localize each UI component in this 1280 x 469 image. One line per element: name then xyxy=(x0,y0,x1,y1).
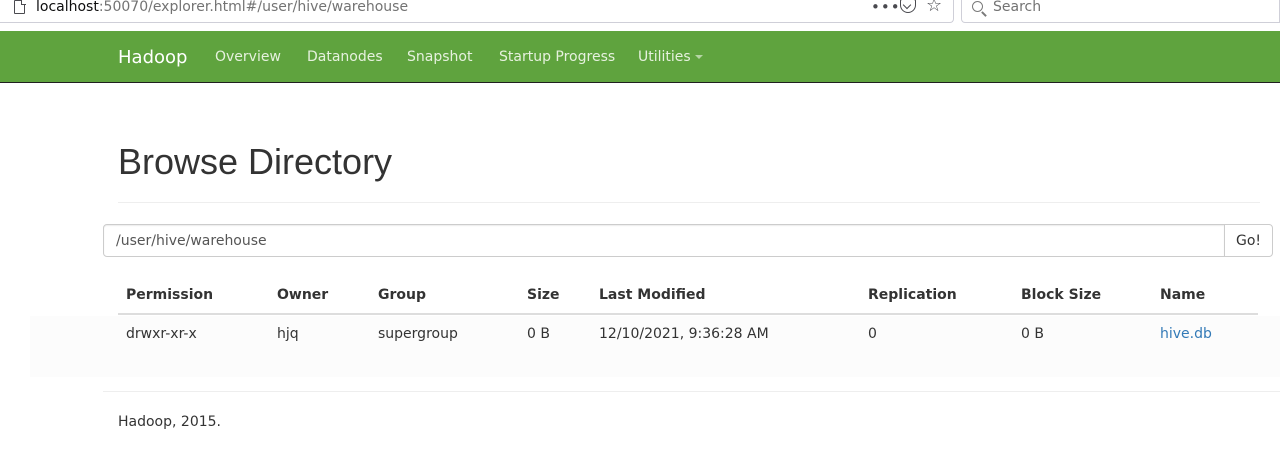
cell-replication: 0 xyxy=(868,326,877,342)
search-icon xyxy=(972,1,983,12)
go-button[interactable]: Go! xyxy=(1224,224,1273,257)
cell-permission: drwxr-xr-x xyxy=(126,326,197,342)
cell-owner: hjq xyxy=(277,326,299,342)
bookmark-star-icon[interactable]: ☆ xyxy=(926,0,942,16)
search-placeholder: Search xyxy=(993,0,1042,15)
navbar-brand[interactable]: Hadoop xyxy=(118,47,187,68)
cell-block-size: 0 B xyxy=(1021,326,1044,342)
browser-toolbar: localhost:50070/explorer.html#/user/hive… xyxy=(0,0,1280,25)
column-header-block-size[interactable]: Block Size xyxy=(1013,276,1152,315)
url-host: localhost xyxy=(36,0,99,15)
directory-path-input[interactable] xyxy=(103,224,1225,257)
directory-link-hive-db[interactable]: hive.db xyxy=(1160,326,1212,342)
directory-table: Permission Owner Group Size Last Modifie… xyxy=(118,276,1258,353)
pocket-icon[interactable] xyxy=(900,0,916,13)
nav-item-snapshot[interactable]: Snapshot xyxy=(407,49,472,65)
page-title: Browse Directory xyxy=(118,141,393,182)
column-header-name[interactable]: Name xyxy=(1152,276,1258,315)
url-bar[interactable]: localhost:50070/explorer.html#/user/hive… xyxy=(0,0,954,23)
nav-item-overview[interactable]: Overview xyxy=(215,49,281,65)
title-divider xyxy=(118,202,1260,203)
nav-item-utilities-label: Utilities xyxy=(638,49,691,65)
column-header-group[interactable]: Group xyxy=(370,276,519,315)
cell-name: hive.db xyxy=(1152,314,1258,353)
column-header-owner[interactable]: Owner xyxy=(269,276,370,315)
table-header-row: Permission Owner Group Size Last Modifie… xyxy=(118,276,1258,315)
cell-last-modified: 12/10/2021, 9:36:28 AM xyxy=(599,326,769,342)
column-header-permission[interactable]: Permission xyxy=(118,276,269,315)
table-row: drwxr-xr-x hjq supergroup 0 B 12/10/2021… xyxy=(118,314,1258,353)
column-header-size[interactable]: Size xyxy=(519,276,591,315)
url-text[interactable]: localhost:50070/explorer.html#/user/hive… xyxy=(36,0,408,15)
cell-group: supergroup xyxy=(378,326,458,342)
nav-item-utilities[interactable]: Utilities xyxy=(638,49,703,65)
nav-item-startup-progress[interactable]: Startup Progress xyxy=(499,49,615,65)
page-actions-menu-icon[interactable]: ••• xyxy=(871,0,901,16)
column-header-last-modified[interactable]: Last Modified xyxy=(591,276,860,315)
caret-down-icon xyxy=(694,55,703,59)
footer-text: Hadoop, 2015. xyxy=(118,414,221,430)
column-header-replication[interactable]: Replication xyxy=(860,276,1013,315)
navbar: Hadoop Overview Datanodes Snapshot Start… xyxy=(0,31,1280,83)
browser-search-box[interactable]: Search xyxy=(961,0,1280,23)
nav-item-datanodes[interactable]: Datanodes xyxy=(307,49,383,65)
page-icon[interactable] xyxy=(14,0,26,14)
footer-divider xyxy=(103,391,1280,392)
cell-size: 0 B xyxy=(527,326,550,342)
url-path: :50070/explorer.html#/user/hive/warehous… xyxy=(98,0,409,15)
